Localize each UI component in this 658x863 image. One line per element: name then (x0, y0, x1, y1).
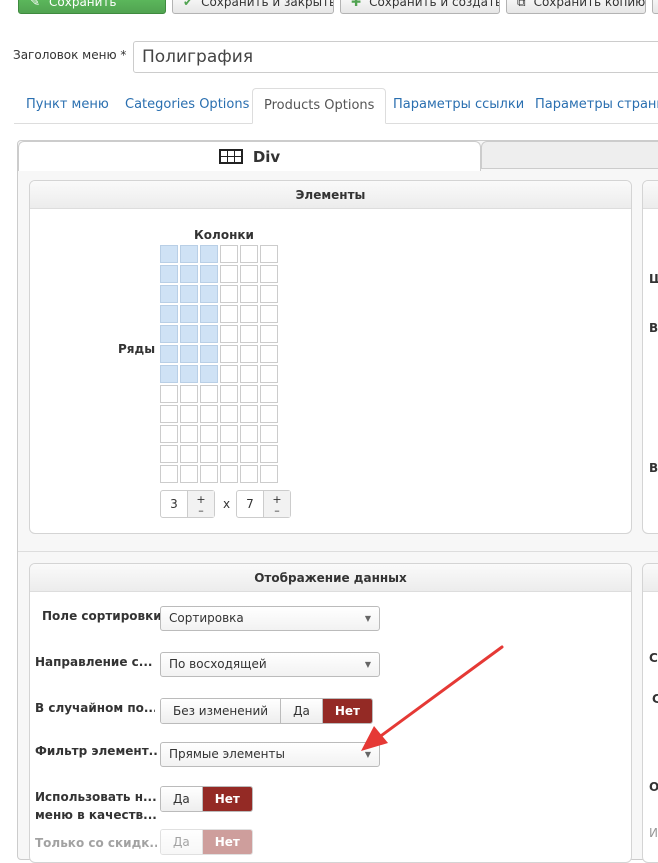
annotation-arrow (361, 645, 504, 751)
arrow-head (361, 726, 388, 751)
arrow-shaft (376, 645, 504, 740)
